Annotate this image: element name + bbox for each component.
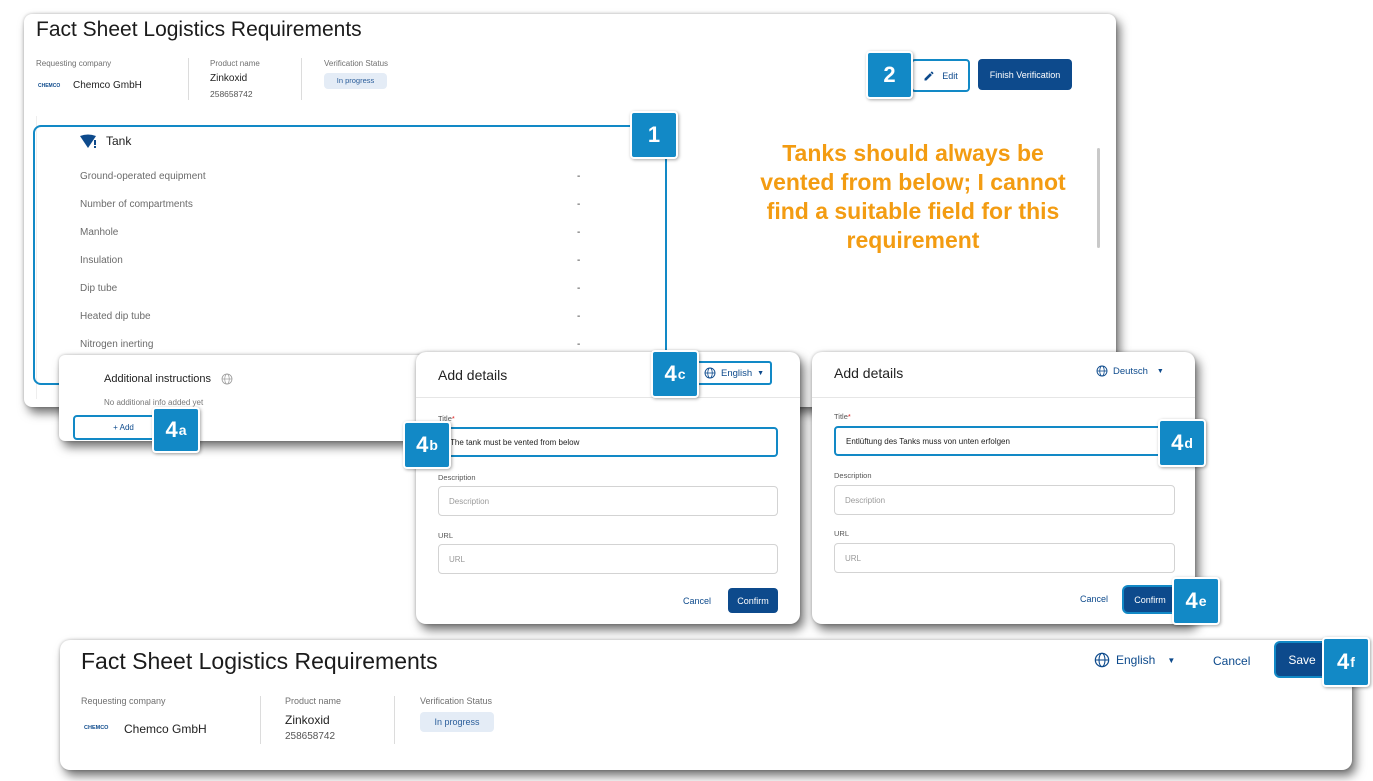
divider xyxy=(260,696,261,744)
callout-4e: 4e xyxy=(1172,577,1220,625)
confirm-button[interactable]: Confirm xyxy=(1124,587,1176,612)
verification-status-label: Verification Status xyxy=(420,696,493,706)
dialog-divider xyxy=(416,397,800,398)
description-input[interactable]: Description xyxy=(834,485,1175,515)
callout-1: 1 xyxy=(630,111,678,159)
globe-icon xyxy=(1096,365,1108,377)
edit-label: Edit xyxy=(942,70,958,81)
callout-4b: 4b xyxy=(403,421,451,469)
cancel-button[interactable]: Cancel xyxy=(1213,654,1250,668)
cancel-button[interactable]: Cancel xyxy=(683,596,711,606)
company-name: Chemco GmbH xyxy=(73,80,142,91)
company-name: Chemco GmbH xyxy=(124,722,207,736)
globe-icon xyxy=(704,367,716,379)
language-select[interactable]: English ▼ xyxy=(1094,652,1175,668)
requesting-company-label: Requesting company xyxy=(81,696,166,706)
url-field-label: URL xyxy=(438,531,454,540)
additional-instructions-title: Additional instructions xyxy=(104,373,212,385)
title-input[interactable]: Entlüftung des Tanks muss von unten erfo… xyxy=(834,426,1175,456)
divider xyxy=(188,58,189,100)
fact-sheet-header-edit-mode: Fact Sheet Logistics Requirements Englis… xyxy=(60,640,1352,770)
callout-4d: 4d xyxy=(1158,419,1206,467)
page-title: Fact Sheet Logistics Requirements xyxy=(36,18,362,41)
language-select[interactable]: Deutsch ▼ xyxy=(1096,365,1164,377)
url-input[interactable]: URL xyxy=(834,543,1175,573)
caret-down-icon: ▼ xyxy=(1167,655,1176,665)
company-logo: CHEMCO xyxy=(38,83,61,89)
url-field-label: URL xyxy=(834,529,850,538)
language-select[interactable]: English ▼ xyxy=(695,361,772,385)
product-name-label: Product name xyxy=(285,696,342,706)
callout-2: 2 xyxy=(866,51,913,99)
company-logo: CHEMCO xyxy=(84,725,109,731)
dialog-title: Add details xyxy=(438,367,508,383)
url-input[interactable]: URL xyxy=(438,544,778,574)
add-details-dialog-german: Add details Deutsch ▼ Title* Entlüftung … xyxy=(812,352,1195,624)
annotation-note: Tanks should always be vented from below… xyxy=(760,140,1066,253)
globe-icon xyxy=(221,373,233,385)
add-details-dialog-english: Add details English ▼ Title* The tank mu… xyxy=(416,352,800,624)
description-field-label: Description xyxy=(834,471,872,480)
status-badge: In progress xyxy=(324,73,387,89)
cancel-button[interactable]: Cancel xyxy=(1080,594,1108,604)
callout-4f: 4f xyxy=(1322,637,1370,687)
dialog-title: Add details xyxy=(834,365,904,381)
verification-status-label: Verification Status xyxy=(324,59,389,68)
callout-4a: 4a xyxy=(152,407,200,453)
finish-verification-button[interactable]: Finish Verification xyxy=(978,59,1072,90)
language-label: Deutsch xyxy=(1113,365,1148,377)
product-name-label: Product name xyxy=(210,59,260,68)
product-number: 258658742 xyxy=(285,731,336,742)
product-name: Zinkoxid xyxy=(285,713,330,727)
language-label: English xyxy=(1116,653,1156,667)
description-input[interactable]: Description xyxy=(438,486,778,516)
description-field-label: Description xyxy=(438,473,476,482)
caret-down-icon: ▼ xyxy=(757,369,765,377)
title-input[interactable]: The tank must be vented from below xyxy=(438,427,778,457)
page-title: Fact Sheet Logistics Requirements xyxy=(81,648,438,674)
requesting-company-label: Requesting company xyxy=(36,59,112,68)
title-field-label: Title* xyxy=(834,412,851,421)
divider xyxy=(301,58,302,100)
edit-button[interactable]: Edit xyxy=(911,59,970,92)
pencil-icon xyxy=(924,70,934,80)
status-badge: In progress xyxy=(420,712,494,732)
caret-down-icon: ▼ xyxy=(1156,367,1164,375)
callout-4c: 4c xyxy=(651,350,699,398)
globe-icon xyxy=(1094,652,1110,668)
empty-state-text: No additional info added yet xyxy=(104,398,204,407)
additional-instructions-card: Additional instructions No additional in… xyxy=(59,355,431,441)
language-label: English xyxy=(721,367,753,379)
divider xyxy=(394,696,395,744)
save-button[interactable]: Save xyxy=(1276,643,1328,676)
confirm-button[interactable]: Confirm xyxy=(728,588,778,613)
dialog-divider xyxy=(812,397,1195,398)
tank-highlight xyxy=(33,125,667,385)
product-number: 258658742 xyxy=(210,89,253,99)
scrollbar[interactable] xyxy=(1097,148,1100,248)
product-name: Zinkoxid xyxy=(210,73,248,84)
